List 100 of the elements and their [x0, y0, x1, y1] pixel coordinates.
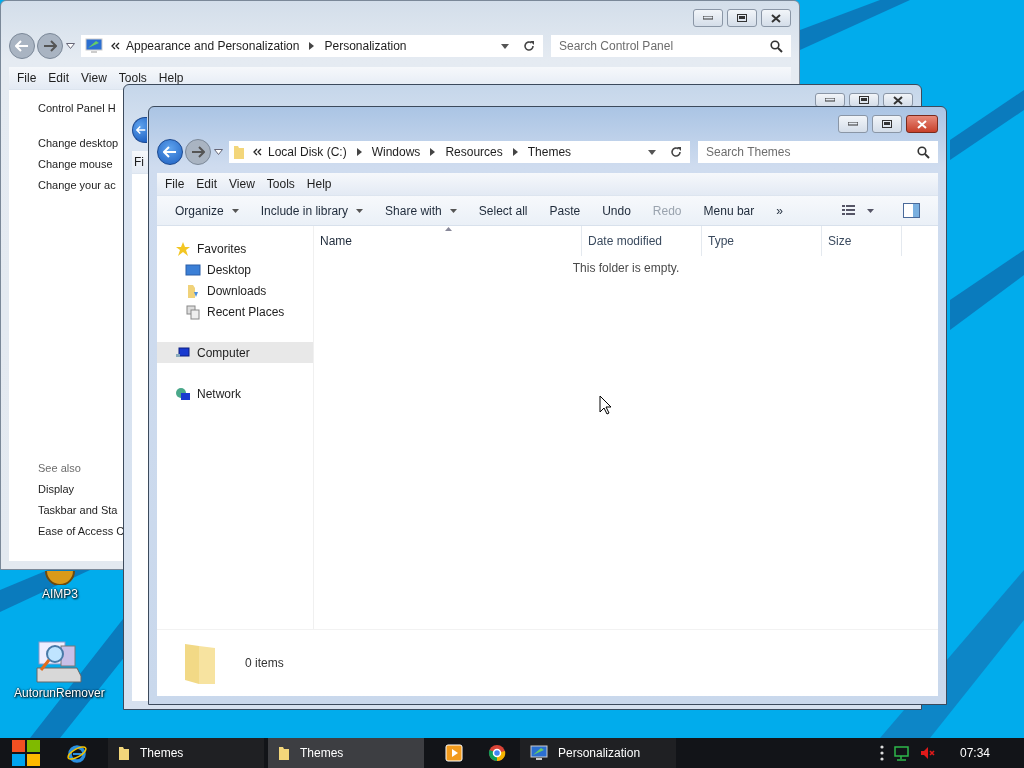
- recent-icon: [185, 303, 201, 320]
- menu-item[interactable]: View: [223, 177, 261, 191]
- column-header[interactable]: Size: [822, 226, 902, 256]
- back-arrow-icon: [163, 146, 177, 158]
- search-icon[interactable]: [917, 145, 930, 159]
- chevron-icon[interactable]: [253, 148, 262, 156]
- breadcrumb-arrow-icon[interactable]: [430, 148, 436, 156]
- toolbar-button[interactable]: Organize: [165, 203, 249, 218]
- column-header[interactable]: Name: [314, 226, 582, 256]
- item-count: 0 items: [245, 656, 284, 670]
- column-header[interactable]: Date modified: [582, 226, 702, 256]
- windows-logo-icon[interactable]: [10, 738, 42, 768]
- forward-button[interactable]: [37, 33, 63, 59]
- toolbar-button[interactable]: Select all: [468, 203, 538, 218]
- task-link[interactable]: Control Panel H: [38, 102, 116, 114]
- forward-arrow-icon: [43, 40, 57, 52]
- dropdown-icon[interactable]: [648, 149, 656, 155]
- toolbar-button[interactable]: »: [766, 203, 793, 218]
- folder-icon: [278, 745, 290, 761]
- globe-e-icon[interactable]: [67, 743, 87, 763]
- breadcrumb[interactable]: Themes: [527, 145, 572, 159]
- breadcrumb-arrow-icon[interactable]: [309, 42, 315, 50]
- back-button[interactable]: [157, 139, 183, 165]
- toolbar-button[interactable]: Paste: [539, 203, 591, 218]
- downloads-icon: [185, 282, 201, 299]
- close-icon: [771, 13, 781, 23]
- clock[interactable]: 07:34: [959, 746, 990, 760]
- star-icon: [175, 240, 191, 257]
- breadcrumb-arrow-icon[interactable]: [512, 148, 518, 156]
- navigation-item[interactable]: Desktop: [157, 259, 313, 280]
- menu-item[interactable]: File: [159, 177, 191, 191]
- menu-item[interactable]: File: [11, 71, 43, 85]
- computer-magnifier-icon[interactable]: [35, 638, 84, 684]
- maximize-button[interactable]: [727, 9, 757, 27]
- dropdown-icon[interactable]: [501, 43, 509, 49]
- menu-item[interactable]: Help: [300, 177, 338, 191]
- breadcrumb[interactable]: Resources: [445, 145, 503, 159]
- related-link[interactable]: Ease of Access C: [38, 525, 125, 537]
- maximize-icon: [882, 120, 892, 128]
- navigation-item[interactable]: Recent Places: [157, 301, 313, 322]
- back-button[interactable]: [132, 117, 147, 143]
- task-link[interactable]: Change mouse: [38, 158, 113, 170]
- menu-item[interactable]: Fi: [132, 155, 146, 169]
- overflow-dots-icon[interactable]: [879, 745, 884, 761]
- folder-icon: [118, 745, 130, 761]
- maximize-button[interactable]: [872, 115, 902, 133]
- back-arrow-icon: [15, 40, 29, 52]
- taskbar-button[interactable]: Personalization: [520, 738, 676, 768]
- section-heading: See also: [38, 462, 81, 474]
- refresh-icon[interactable]: [670, 146, 682, 158]
- menu-item[interactable]: View: [75, 71, 113, 85]
- chevron-icon[interactable]: [111, 42, 120, 50]
- volume-icon[interactable]: [919, 746, 936, 760]
- close-button[interactable]: [906, 115, 938, 133]
- refresh-icon[interactable]: [523, 40, 535, 52]
- search-icon[interactable]: [770, 39, 783, 53]
- play-icon[interactable]: [445, 744, 463, 762]
- menu-item[interactable]: Edit: [190, 177, 224, 191]
- taskbar-button[interactable]: Themes: [108, 738, 264, 768]
- preview-pane-icon[interactable]: [903, 203, 920, 218]
- taskbar-button[interactable]: Themes: [268, 738, 424, 768]
- history-dropdown-icon[interactable]: [214, 149, 223, 155]
- navigation-item[interactable]: Downloads: [157, 280, 313, 301]
- breadcrumb[interactable]: Appearance and Personalization: [126, 39, 300, 53]
- task-link[interactable]: Change your ac: [38, 179, 116, 191]
- close-button[interactable]: [761, 9, 791, 27]
- column-header[interactable]: Type: [702, 226, 822, 256]
- toolbar-button[interactable]: Menu bar: [693, 203, 765, 218]
- view-options-icon[interactable]: [841, 203, 875, 218]
- task-link[interactable]: Change desktop: [38, 137, 119, 149]
- toolbar-button[interactable]: Undo: [592, 203, 641, 218]
- navigation-item[interactable]: Network: [157, 383, 313, 404]
- close-button[interactable]: [883, 93, 913, 107]
- breadcrumb[interactable]: Personalization: [324, 39, 407, 53]
- breadcrumb-arrow-icon[interactable]: [356, 148, 362, 156]
- back-button[interactable]: [9, 33, 35, 59]
- toolbar-button[interactable]: Include in library: [250, 203, 374, 218]
- breadcrumb[interactable]: Local Disk (C:): [268, 145, 347, 159]
- search-field[interactable]: Search Themes: [698, 141, 938, 163]
- address-bar[interactable]: Appearance and Personalization Personalization: [81, 35, 543, 57]
- toolbar-button[interactable]: Share with: [375, 203, 467, 218]
- navigation-item[interactable]: Computer: [157, 342, 313, 363]
- sort-arrow-icon: [445, 227, 452, 231]
- menu-item[interactable]: Help: [152, 71, 190, 85]
- chrome-icon[interactable]: [488, 744, 506, 762]
- breadcrumb[interactable]: Windows: [371, 145, 421, 159]
- caret-icon: [356, 208, 364, 213]
- search-field[interactable]: Search Control Panel: [551, 35, 791, 57]
- menu-item[interactable]: Edit: [42, 71, 76, 85]
- navigation-item[interactable]: Favorites: [157, 238, 313, 259]
- maximize-button[interactable]: [849, 93, 879, 107]
- related-link[interactable]: Display: [38, 483, 75, 495]
- address-bar[interactable]: Local Disk (C:) Windows Resources Themes: [229, 141, 690, 163]
- network-icon[interactable]: [893, 745, 910, 761]
- menu-item[interactable]: Tools: [112, 71, 153, 85]
- menu-item[interactable]: Tools: [260, 177, 301, 191]
- history-dropdown-icon[interactable]: [66, 43, 75, 49]
- minimize-button[interactable]: [815, 93, 845, 107]
- related-link[interactable]: Taskbar and Sta: [38, 504, 118, 516]
- forward-button[interactable]: [185, 139, 211, 165]
